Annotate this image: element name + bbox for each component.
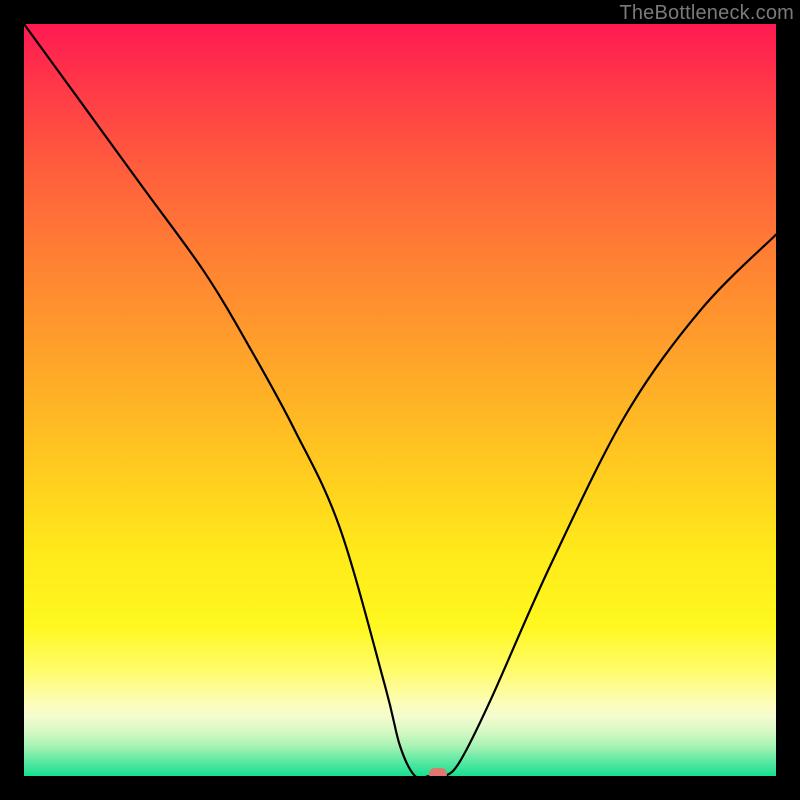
watermark-text: TheBottleneck.com	[619, 2, 794, 25]
plot-area	[24, 24, 776, 776]
bottleneck-curve	[24, 24, 776, 776]
chart-frame: TheBottleneck.com	[0, 0, 800, 800]
optimal-point-marker	[429, 768, 447, 776]
